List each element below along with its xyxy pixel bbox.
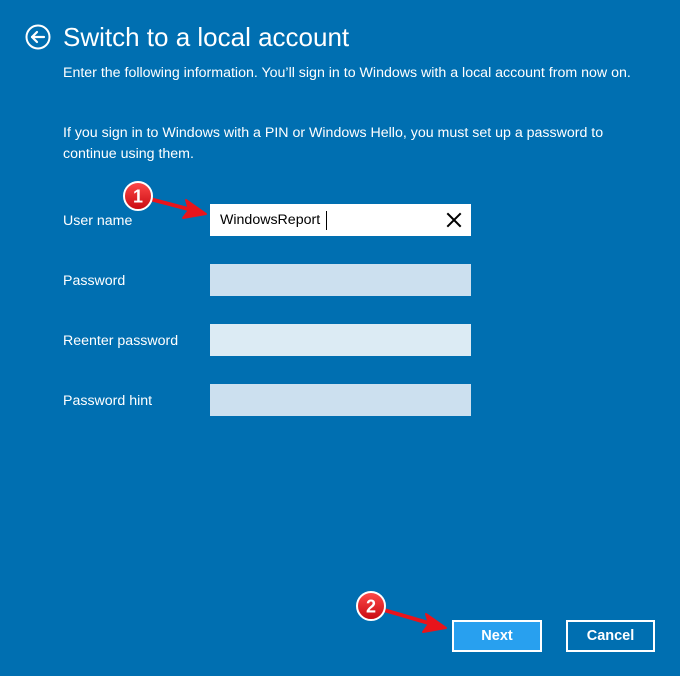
- close-x-icon: [446, 212, 462, 228]
- password-label: Password: [63, 273, 126, 289]
- annotation-arrow-2: [382, 608, 447, 633]
- password-hint-input[interactable]: [210, 384, 471, 416]
- username-input[interactable]: [210, 204, 471, 236]
- annotation-arrow-1: [148, 197, 207, 219]
- clear-username-button[interactable]: [443, 209, 465, 231]
- back-button[interactable]: [25, 24, 51, 50]
- annotation-badge-1: 1: [123, 181, 153, 211]
- cancel-button[interactable]: Cancel: [566, 620, 655, 652]
- annotation-badge-1-number: 1: [133, 187, 143, 207]
- pin-notice-text: If you sign in to Windows with a PIN or …: [63, 125, 604, 162]
- password-hint-label: Password hint: [63, 393, 153, 409]
- page-title: Switch to a local account: [63, 22, 350, 52]
- annotation-badge-2: 2: [356, 591, 386, 621]
- password-input[interactable]: [210, 264, 471, 296]
- back-arrow-circle-icon: [25, 24, 51, 50]
- text-cursor: [326, 211, 327, 230]
- username-label: User name: [63, 213, 133, 229]
- reenter-password-label: Reenter password: [63, 333, 179, 349]
- reenter-password-input[interactable]: [210, 324, 471, 356]
- next-button[interactable]: Next: [452, 620, 542, 652]
- intro-text: Enter the following information. You’ll …: [63, 65, 631, 81]
- annotation-badge-2-number: 2: [366, 597, 376, 617]
